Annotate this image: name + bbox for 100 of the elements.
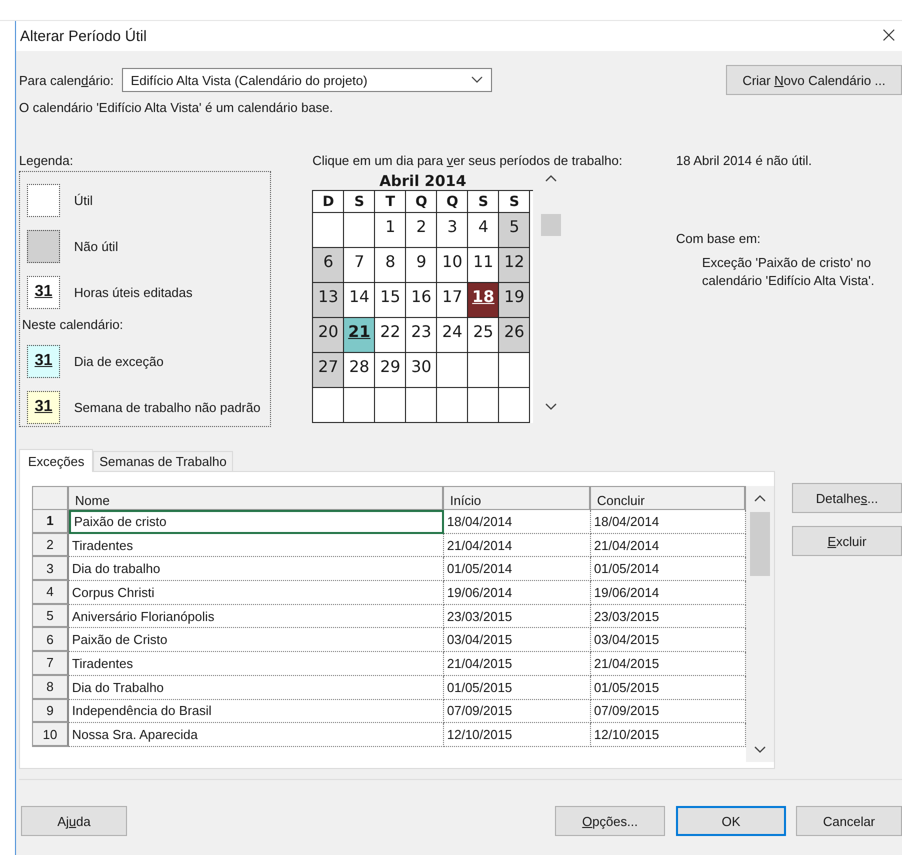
dialog-button[interactable]: Opções... <box>555 806 665 836</box>
column-header[interactable]: Nome <box>69 486 444 510</box>
side-button[interactable]: Detalhes... <box>792 483 902 513</box>
day-cell[interactable]: 27 <box>313 353 344 388</box>
day-cell[interactable]: 13 <box>313 283 344 318</box>
day-cell[interactable]: 19 <box>499 283 530 318</box>
day-cell[interactable]: 23 <box>406 318 438 353</box>
day-cell[interactable]: 26 <box>499 318 530 353</box>
day-cell[interactable]: 24 <box>437 318 468 353</box>
table-cell[interactable]: 12/10/2015 <box>444 723 591 747</box>
table-cell[interactable]: 18/04/2014 <box>444 510 591 534</box>
table-cell[interactable]: Aniversário Florianópolis <box>69 604 444 628</box>
tab[interactable]: Exceções <box>19 449 94 472</box>
day-cell[interactable] <box>468 388 500 423</box>
legend-swatch: 31 <box>27 390 60 424</box>
new-calendar-button[interactable]: Criar Novo Calendário ... <box>726 65 902 95</box>
row-number[interactable]: 10 <box>32 723 69 747</box>
row-number[interactable]: 6 <box>32 628 69 652</box>
scroll-up-button[interactable] <box>545 174 558 182</box>
day-cell[interactable]: 22 <box>375 318 406 353</box>
day-cell[interactable]: 12 <box>499 248 530 283</box>
calendar-label: Para calendário: <box>19 72 114 88</box>
weekday-header: S <box>468 191 500 213</box>
base-calendar-note: O calendário 'Edifício Alta Vista' é um calendário base. <box>19 100 334 115</box>
table-cell[interactable]: Tiradentes <box>69 652 444 676</box>
table-cell[interactable]: 01/05/2014 <box>444 557 591 582</box>
dialog-button[interactable]: Ajuda <box>21 806 127 836</box>
day-cell[interactable]: 6 <box>313 248 344 283</box>
table-cell[interactable]: 07/09/2015 <box>444 700 591 724</box>
row-number[interactable]: 7 <box>32 652 69 676</box>
scroll-down-button[interactable] <box>754 746 766 754</box>
day-cell[interactable] <box>313 388 344 423</box>
day-cell[interactable]: 18 <box>468 283 500 318</box>
table-cell[interactable]: 23/03/2015 <box>444 604 591 628</box>
side-button[interactable]: Excluir <box>792 526 902 556</box>
day-cell[interactable]: 21 <box>344 318 376 353</box>
day-cell[interactable]: 2 <box>406 213 438 248</box>
day-cell[interactable]: 5 <box>499 213 530 248</box>
table-cell[interactable]: Corpus Christi <box>69 581 444 605</box>
table-cell[interactable]: Independência do Brasil <box>69 700 444 724</box>
table-cell[interactable]: Dia do Trabalho <box>69 676 444 700</box>
row-number[interactable]: 4 <box>32 581 69 605</box>
day-cell[interactable] <box>344 388 376 423</box>
day-cell[interactable]: 1 <box>375 213 406 248</box>
table-cell[interactable]: Paixão de Cristo <box>69 628 444 652</box>
row-number[interactable]: 5 <box>32 604 69 628</box>
row-number[interactable]: 2 <box>32 534 69 558</box>
calendar-dropdown[interactable]: Edifício Alta Vista (Calendário do projeto) <box>122 68 492 92</box>
table-cell[interactable]: 03/04/2015 <box>444 628 591 652</box>
scroll-up-button[interactable] <box>754 494 766 502</box>
tab[interactable]: Semanas de Trabalho <box>93 451 233 471</box>
day-cell[interactable] <box>437 353 468 388</box>
dialog-button[interactable]: Cancelar <box>796 806 902 836</box>
day-cell[interactable]: 30 <box>406 353 438 388</box>
day-cell[interactable]: 3 <box>437 213 468 248</box>
day-cell[interactable]: 28 <box>344 353 376 388</box>
legend-title: Legenda: <box>19 153 74 168</box>
row-number[interactable]: 8 <box>32 676 69 700</box>
table-cell[interactable]: Tiradentes <box>69 534 444 558</box>
row-number[interactable]: 3 <box>32 557 69 582</box>
legend-label: Semana de trabalho não padrão <box>74 400 260 414</box>
close-button[interactable]: × <box>878 25 900 47</box>
legend-label: Não útil <box>74 238 118 254</box>
day-cell[interactable] <box>499 388 530 423</box>
day-cell[interactable]: 8 <box>375 248 406 283</box>
day-cell[interactable]: 20 <box>313 318 344 353</box>
day-cell[interactable]: 9 <box>406 248 438 283</box>
scroll-thumb[interactable] <box>541 214 562 236</box>
day-cell[interactable] <box>468 353 500 388</box>
column-header[interactable]: Concluir <box>591 486 746 510</box>
day-cell[interactable]: 10 <box>437 248 468 283</box>
table-cell[interactable]: 21/04/2015 <box>444 652 591 676</box>
row-number[interactable]: 1 <box>32 510 69 534</box>
window-title: Alterar Período Útil <box>20 28 147 44</box>
scroll-thumb[interactable] <box>750 512 770 576</box>
table-cell[interactable]: 21/04/2014 <box>444 534 591 558</box>
table-cell[interactable]: 01/05/2015 <box>444 676 591 700</box>
table-cell[interactable]: 19/06/2014 <box>444 581 591 605</box>
table-cell[interactable]: Nossa Sra. Aparecida <box>69 723 444 747</box>
day-cell[interactable]: 29 <box>375 353 406 388</box>
legend-label: Dia de exceção <box>74 354 164 368</box>
day-cell[interactable] <box>406 388 438 423</box>
day-cell[interactable] <box>499 353 530 388</box>
day-cell[interactable]: 7 <box>344 248 376 283</box>
day-cell[interactable]: 15 <box>375 283 406 318</box>
column-header[interactable]: Início <box>444 486 591 510</box>
day-cell[interactable] <box>375 388 406 423</box>
row-number[interactable]: 9 <box>32 700 69 724</box>
legend-swatch: 31 <box>27 344 60 378</box>
weekday-header: Q <box>437 191 468 213</box>
day-cell[interactable] <box>437 388 468 423</box>
legend-swatch <box>27 184 60 216</box>
day-cell[interactable] <box>344 213 376 248</box>
scroll-down-button[interactable] <box>545 403 558 411</box>
based-on-text: Exceção 'Paixão de cristo' no calendário 'Edifício Alta Vista'. <box>702 254 876 290</box>
dialog-button[interactable]: OK <box>676 806 786 836</box>
table-cell[interactable]: Dia do trabalho <box>69 557 444 582</box>
table-cell[interactable]: Paixão de cristo <box>69 510 444 534</box>
day-cell[interactable]: 16 <box>406 283 438 318</box>
legend-label: Útil <box>74 192 93 208</box>
